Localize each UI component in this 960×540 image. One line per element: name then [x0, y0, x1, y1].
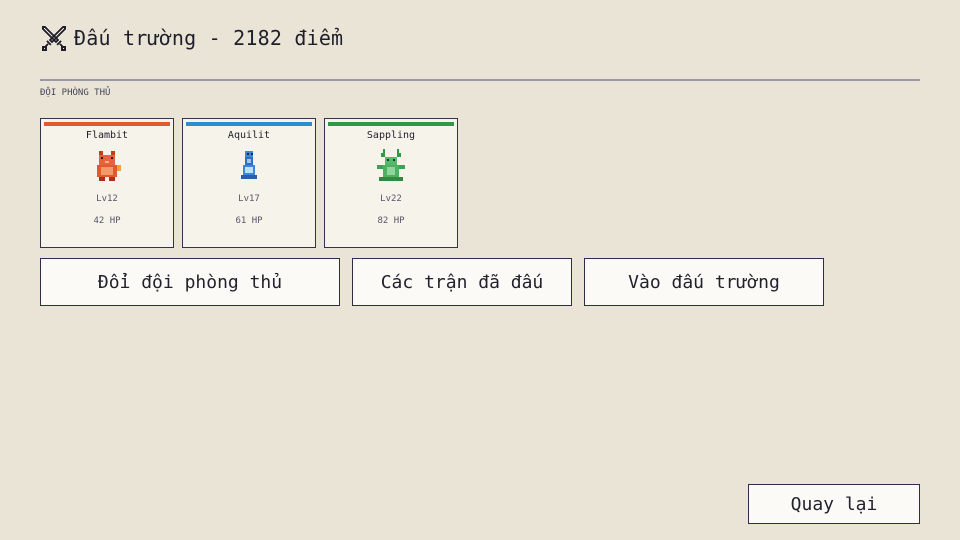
- pet-hp: 82 HP: [377, 216, 405, 226]
- pet-name: Sappling: [366, 130, 416, 141]
- header-divider: [40, 79, 920, 81]
- enter-arena-button[interactable]: Vào đấu trường: [584, 258, 824, 306]
- pet-card-sappling[interactable]: Sappling Lv22 82 HP: [324, 118, 458, 248]
- arena-screen: Đấu trường - 2182 điểm ĐỘI PHÒNG THỦ Fla…: [0, 0, 960, 540]
- pet-name: Flambit: [85, 130, 129, 141]
- pet-color-stripe: [328, 122, 454, 126]
- pet-card-flambit[interactable]: Flambit Lv12 42 HP: [40, 118, 174, 248]
- pet-name: Aquilit: [227, 130, 271, 141]
- pet-level: Lv12: [96, 194, 118, 204]
- pet-level: Lv17: [238, 194, 260, 204]
- pet-color-stripe: [44, 122, 170, 126]
- sappling-sprite-icon: [375, 149, 407, 183]
- page-title: Đấu trường - 2182 điểm: [74, 26, 344, 50]
- pet-level: Lv22: [380, 194, 402, 204]
- crossed-swords-icon: [40, 24, 68, 52]
- pet-hp: 61 HP: [235, 216, 263, 226]
- flambit-sprite-icon: [93, 149, 121, 181]
- pet-color-stripe: [186, 122, 312, 126]
- match-history-button[interactable]: Các trận đã đấu: [352, 258, 572, 306]
- pet-card-aquilit[interactable]: Aquilit Lv17 61 HP: [182, 118, 316, 248]
- pet-hp: 42 HP: [93, 216, 121, 226]
- back-button[interactable]: Quay lại: [748, 484, 920, 524]
- defense-team-label: ĐỘI PHÒNG THỦ: [40, 88, 111, 98]
- aquilit-sprite-icon: [237, 149, 261, 181]
- swap-defense-team-button[interactable]: Đổi đội phòng thủ: [40, 258, 340, 306]
- header: Đấu trường - 2182 điểm: [40, 24, 343, 52]
- defense-team-list: Flambit Lv12 42 HP Aquilit Lv17 61 HP Sa…: [40, 118, 458, 248]
